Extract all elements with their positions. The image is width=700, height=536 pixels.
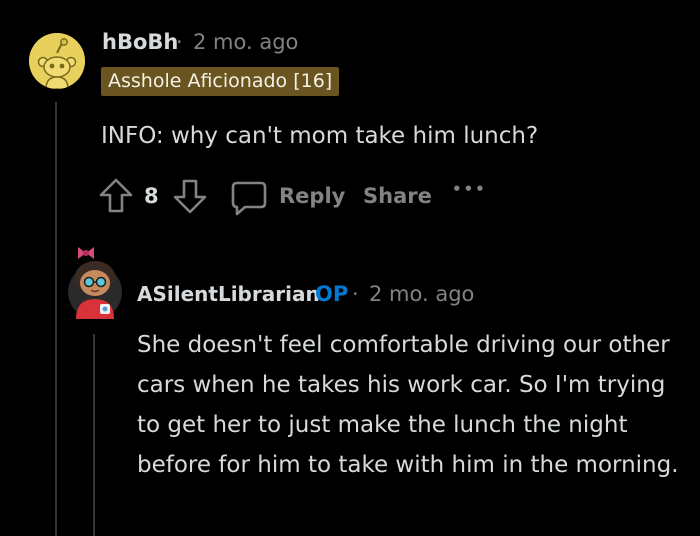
comment-body: INFO: why can't mom take him lunch? xyxy=(101,123,539,149)
downvote-icon xyxy=(173,179,207,214)
reply-body: She doesn't feel comfortable driving our… xyxy=(137,332,679,478)
thread-line-parent[interactable] xyxy=(55,102,57,536)
reply-button[interactable]: Reply xyxy=(229,178,346,218)
upvote-button[interactable] xyxy=(98,176,134,216)
more-options-button[interactable]: ••• xyxy=(452,180,487,198)
thread-line-reply[interactable] xyxy=(93,334,95,536)
reply-avatar[interactable] xyxy=(66,243,124,319)
meta-separator: · xyxy=(176,30,183,54)
custom-avatar-icon xyxy=(68,247,122,319)
snoo-avatar-icon xyxy=(29,33,85,89)
downvote-button[interactable] xyxy=(172,176,208,216)
reply-meta-separator: · xyxy=(352,282,359,306)
reply-label: Reply xyxy=(279,184,346,208)
user-flair: Asshole Aficionado [16] xyxy=(101,67,340,96)
reply-timestamp[interactable]: 2 mo. ago xyxy=(369,282,474,306)
share-button[interactable]: Share xyxy=(363,184,432,208)
comment-author[interactable]: hBoBh xyxy=(102,30,178,54)
avatar[interactable] xyxy=(29,33,85,89)
upvote-icon xyxy=(99,178,133,213)
vote-count: 8 xyxy=(144,184,159,208)
reply-author[interactable]: ASilentLibrarian xyxy=(137,282,320,306)
op-badge: OP xyxy=(315,282,349,306)
comment-timestamp[interactable]: 2 mo. ago xyxy=(193,30,298,54)
comment-bubble-icon xyxy=(231,181,267,216)
